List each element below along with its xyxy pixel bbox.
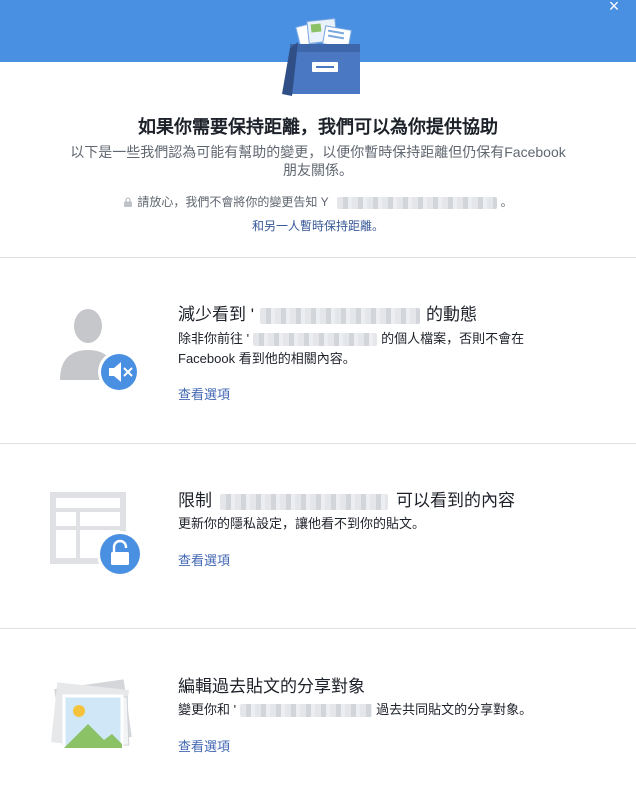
mute-person-icon bbox=[60, 309, 140, 393]
privacy-note: 請放心，我們不會將你的變更告知 Y 。 bbox=[0, 193, 636, 210]
divider bbox=[0, 443, 636, 444]
divider bbox=[0, 628, 636, 629]
option-edit-audience-desc: 變更你和 ' 過去共同貼文的分享對象。 bbox=[178, 702, 533, 718]
option-reduce-feed-desc: 除非你前往 ' 的個人檔案，否則不會在 Facebook 看到他的相關內容。 bbox=[178, 331, 525, 366]
option-restrict-title: 限制 可以看到的內容 bbox=[178, 491, 515, 510]
take-break-other-person-link[interactable]: 和另一人暫時保持距離。 bbox=[0, 217, 636, 234]
redacted-name bbox=[220, 493, 388, 510]
privacy-note-text: 請放心，我們不會將你的變更告知 Y bbox=[137, 195, 329, 209]
privacy-note-end: 。 bbox=[500, 195, 513, 209]
redacted-name bbox=[259, 307, 420, 324]
lock-profile-icon bbox=[50, 492, 143, 577]
see-options-link[interactable]: 查看選項 bbox=[178, 736, 230, 755]
option-edit-audience-title: 編輯過去貼文的分享對象 bbox=[178, 677, 365, 696]
option-reduce-feed-title: 減少看到 ' 的動態 bbox=[178, 305, 477, 324]
redacted-name bbox=[336, 196, 497, 209]
divider bbox=[0, 257, 636, 258]
see-options-link[interactable]: 查看選項 bbox=[178, 384, 230, 403]
photos-icon bbox=[51, 679, 132, 750]
redacted-name bbox=[253, 333, 378, 347]
option-restrict-desc: 更新你的隱私設定，讓他看不到你的貼文。 bbox=[178, 516, 426, 531]
box-illustration bbox=[282, 18, 360, 96]
close-button[interactable]: × bbox=[600, 0, 628, 16]
lock-icon bbox=[124, 197, 133, 207]
see-options-link[interactable]: 查看選項 bbox=[178, 550, 230, 569]
redacted-name bbox=[240, 704, 373, 718]
page-subtitle: 以下是一些我們認為可能有幫助的變更，以便你暫時保持距離但仍保有Facebook … bbox=[70, 144, 566, 178]
page-title: 如果你需要保持距離，我們可以為你提供協助 bbox=[138, 117, 498, 137]
